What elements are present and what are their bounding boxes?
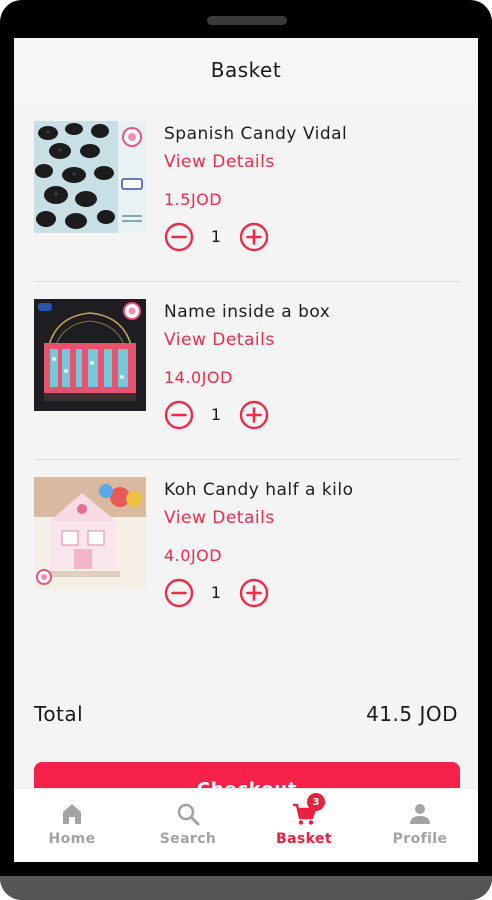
increase-quantity-button[interactable] xyxy=(239,400,269,430)
view-details-link[interactable]: View Details xyxy=(164,508,275,528)
speaker-grille xyxy=(207,16,287,25)
tab-label: Search xyxy=(159,831,217,847)
increase-quantity-button[interactable] xyxy=(239,578,269,608)
page-title: Basket xyxy=(210,58,282,82)
tab-search[interactable]: Search xyxy=(130,789,246,862)
tab-label: Profile xyxy=(392,831,448,847)
total-value: 41.5 JOD xyxy=(366,702,458,726)
plus-circle-icon xyxy=(239,222,269,252)
view-details-link[interactable]: View Details xyxy=(164,152,275,172)
search-icon xyxy=(177,803,200,826)
product-name: Koh Candy half a kilo xyxy=(164,480,354,500)
minus-circle-icon xyxy=(164,222,194,252)
phone-bottom-bezel xyxy=(0,876,492,900)
product-price: 14.0JOD xyxy=(164,368,233,387)
decrease-quantity-button[interactable] xyxy=(164,222,194,252)
cart-count-badge: 3 xyxy=(307,793,325,811)
basket-item: Spanish Candy Vidal View Details 1.5JOD … xyxy=(34,104,460,282)
minus-circle-icon xyxy=(164,400,194,430)
product-name: Spanish Candy Vidal xyxy=(164,124,348,144)
basket-list: Spanish Candy Vidal View Details 1.5JOD … xyxy=(14,104,478,816)
plus-circle-icon xyxy=(239,578,269,608)
product-price: 4.0JOD xyxy=(164,546,223,565)
cart-icon-wrapper: 3 xyxy=(291,793,325,827)
app-header: Basket xyxy=(14,38,478,104)
decrease-quantity-button[interactable] xyxy=(164,400,194,430)
quantity-value: 1 xyxy=(210,405,222,424)
product-image[interactable] xyxy=(34,121,146,233)
home-icon xyxy=(63,804,81,824)
tab-profile[interactable]: Profile xyxy=(362,789,478,862)
decrease-quantity-button[interactable] xyxy=(164,578,194,608)
product-image[interactable] xyxy=(34,477,146,589)
tab-label: Home xyxy=(48,831,96,847)
increase-quantity-button[interactable] xyxy=(239,222,269,252)
basket-item: Name inside a box View Details 14.0JOD 1 xyxy=(34,282,460,460)
app-screen: Basket Spanish Candy Vidal View Details … xyxy=(14,38,478,862)
view-details-link[interactable]: View Details xyxy=(164,330,275,350)
product-image[interactable] xyxy=(34,299,146,411)
basket-item: Koh Candy half a kilo View Details 4.0JO… xyxy=(34,460,460,638)
tab-label: Basket xyxy=(276,831,332,847)
plus-circle-icon xyxy=(239,400,269,430)
product-name: Name inside a box xyxy=(164,302,331,322)
total-label: Total xyxy=(34,702,84,726)
tab-basket[interactable]: 3 Basket xyxy=(246,789,362,862)
product-price: 1.5JOD xyxy=(164,190,223,209)
quantity-value: 1 xyxy=(210,227,222,246)
quantity-value: 1 xyxy=(210,583,222,602)
bottom-tab-bar: Home Search 3 Basket Profile xyxy=(14,788,478,862)
phone-frame: Basket Spanish Candy Vidal View Details … xyxy=(0,0,492,900)
tab-home[interactable]: Home xyxy=(14,789,130,862)
minus-circle-icon xyxy=(164,578,194,608)
person-icon xyxy=(410,804,430,824)
